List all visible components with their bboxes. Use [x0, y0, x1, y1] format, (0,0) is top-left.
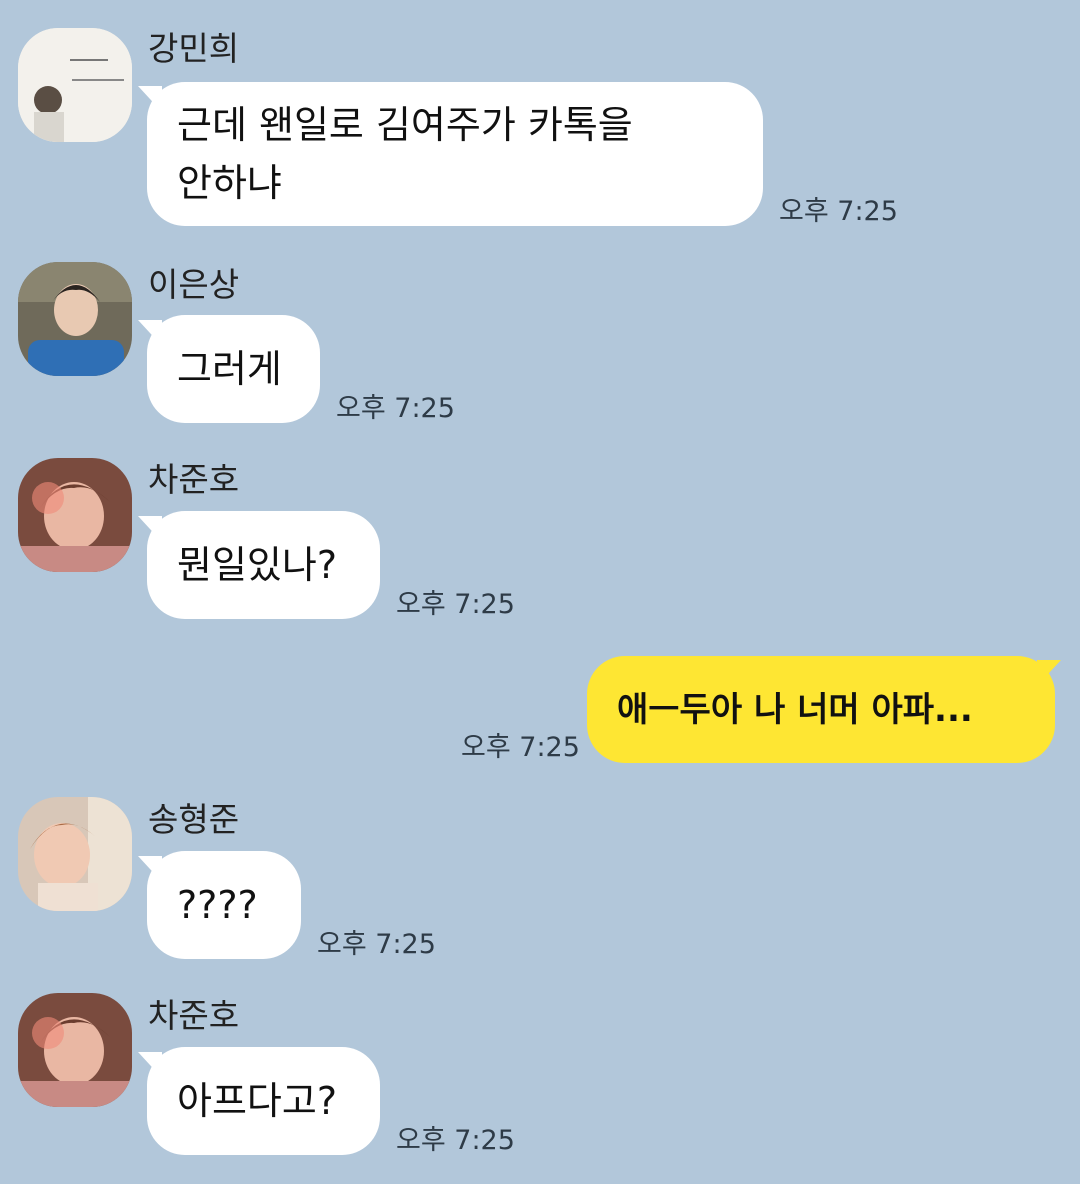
message-time: 오후 7:25: [396, 1125, 515, 1156]
message-time: 오후 7:25: [317, 929, 436, 960]
avatar[interactable]: [18, 262, 132, 376]
my-message-bubble[interactable]: 애ㅡ두아 나 너머 아파...: [587, 656, 1055, 763]
message-bubble[interactable]: ????: [147, 851, 301, 959]
avatar[interactable]: [18, 28, 132, 142]
sender-name: 이은상: [148, 265, 240, 304]
avatar[interactable]: [18, 797, 132, 911]
message-bubble[interactable]: 아프다고?: [147, 1047, 380, 1155]
message-time: 오후 7:25: [396, 589, 515, 620]
sender-name: 송형준: [148, 800, 240, 839]
message-time: 오후 7:25: [461, 732, 580, 763]
sender-name: 강민희: [148, 29, 240, 68]
message-time: 오후 7:25: [336, 393, 455, 424]
message-time: 오후 7:25: [779, 196, 898, 227]
sender-name: 차준호: [148, 460, 240, 499]
message-bubble[interactable]: 근데 왠일로 김여주가 카톡을 안하냐: [147, 82, 763, 226]
avatar[interactable]: [18, 993, 132, 1107]
avatar[interactable]: [18, 458, 132, 572]
sender-name: 차준호: [148, 996, 240, 1035]
message-bubble[interactable]: 뭔일있나?: [147, 511, 380, 619]
message-bubble[interactable]: 그러게: [147, 315, 320, 423]
